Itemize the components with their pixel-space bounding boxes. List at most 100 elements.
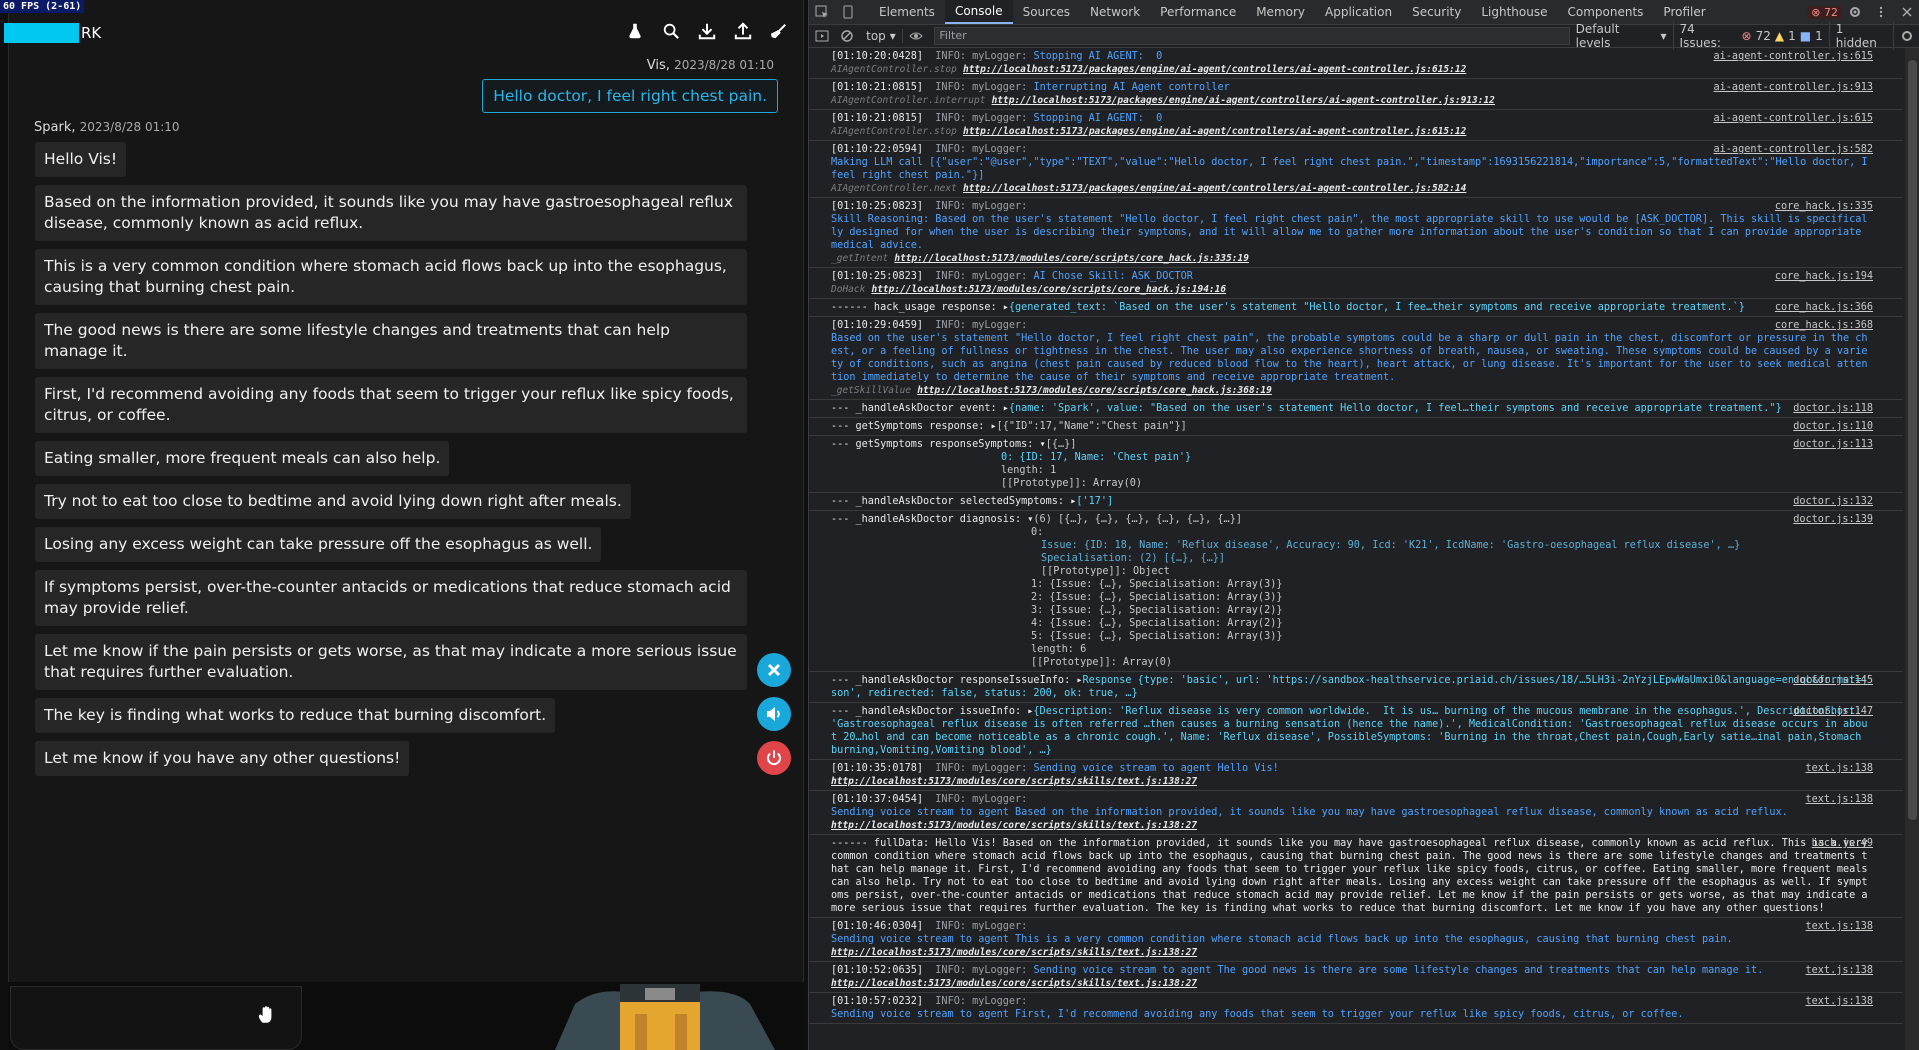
source-link[interactable]: text.js:138 [1806,964,1873,977]
stack-link[interactable]: http://localhost:5173/modules/core/scrip… [871,284,1226,295]
sidebar-toggle-icon[interactable] [809,24,835,48]
log-label: --- getSymptoms responseSymptoms: [831,439,1034,450]
stack-link[interactable]: http://localhost:5173/packages/engine/ai… [963,64,1466,75]
log-level: INFO: [935,113,966,124]
filter-input[interactable]: Filter [934,27,1570,45]
app-logo: RK [4,22,101,44]
stack-link[interactable]: http://localhost:5173/modules/core/scrip… [831,947,1197,958]
issues-warning-count: 1 [1788,29,1796,43]
stack-link[interactable]: http://localhost:5173/modules/core/scrip… [831,820,1197,831]
log-label: --- _handleAskDoctor responseIssueInfo: [831,675,1071,686]
upload-icon[interactable] [732,20,754,42]
source-link[interactable]: doctor.js:147 [1793,705,1873,718]
eye-icon[interactable] [903,24,929,48]
source-link[interactable]: core_hack.js:366 [1775,301,1873,314]
tab-console[interactable]: Console [944,0,1013,24]
console-log-entry: --- getSymptoms response: ▸[{"ID":17,"Na… [809,418,1903,436]
broom-icon[interactable] [768,20,790,42]
source-link[interactable]: text.js:138 [1806,995,1873,1008]
log-tree-line: [[Prototype]]: Array(0) [1031,657,1173,668]
source-link[interactable]: core_hack.js:194 [1775,270,1873,283]
source-link[interactable]: ai-agent-controller.js:913 [1714,81,1873,94]
console-output[interactable]: [01:10:20:0428] INFO: myLogger: Stopping… [809,48,1903,1050]
device-toolbar-icon[interactable] [835,0,861,24]
logger-name: myLogger: [972,201,1028,212]
source-link[interactable]: ai-agent-controller.js:615 [1714,112,1873,125]
close-devtools-icon[interactable] [1894,0,1919,24]
log-message: Interrupting AI Agent controller [1033,82,1230,93]
stack-link[interactable]: http://localhost:5173/packages/engine/ai… [963,183,1466,194]
inspect-icon[interactable] [809,0,835,24]
user-message: Hello doctor, I feel right chest pain. [482,79,778,113]
log-tree-line: length: 1 [1001,465,1057,476]
tab-lighthouse[interactable]: Lighthouse [1471,0,1557,24]
error-badge[interactable]: ⊗ 72 [1807,5,1842,19]
stack-link[interactable]: http://localhost:5173/modules/core/scrip… [917,385,1272,396]
source-link[interactable]: doctor.js:110 [1793,420,1873,433]
tab-network[interactable]: Network [1080,0,1150,24]
flask-icon[interactable] [624,20,646,42]
logger-name: myLogger: [972,144,1028,155]
stack-link[interactable]: http://localhost:5173/modules/core/scrip… [831,776,1197,787]
source-link[interactable]: ai-agent-controller.js:615 [1714,50,1873,63]
fps-counter: 60 FPS (2-61) [0,0,85,13]
source-link[interactable]: core_hack.js:335 [1775,200,1873,213]
source-link[interactable]: doctor.js:118 [1793,402,1873,415]
log-timestamp: [01:10:57:0232] [831,996,924,1007]
chat-toolbar [624,20,790,42]
issues-counter[interactable]: 74 Issues: ⊗ 72 ▲ 1 ■ 1 [1674,22,1830,50]
source-link[interactable]: ai-agent-controller.js:582 [1714,143,1873,156]
console-log-entry: [01:10:57:0232] INFO: myLogger: Sending … [809,993,1903,1024]
tab-security[interactable]: Security [1402,0,1471,24]
source-link[interactable]: text.js:138 [1806,762,1873,775]
close-button[interactable] [757,653,791,687]
log-tree-line: 3: {Issue: {…}, Specialisation: Array(2)… [1031,605,1283,616]
tab-memory[interactable]: Memory [1246,0,1315,24]
bot-message: The key is finding what works to reduce … [35,698,556,733]
bot-message: Let me know if you have any other questi… [35,741,410,776]
source-link[interactable]: doctor.js:113 [1793,438,1873,451]
source-link[interactable]: doctor.js:139 [1793,513,1873,526]
context-selector[interactable]: top ▾ [860,29,903,43]
tab-components[interactable]: Components [1558,0,1654,24]
stack-frame: _getSkillValue [831,385,912,396]
console-settings-icon[interactable] [1894,24,1919,48]
logger-name: myLogger: [972,763,1028,774]
log-level: INFO: [935,320,966,331]
source-link[interactable]: core_hack.js:368 [1775,319,1873,332]
console-scroll-thumb[interactable] [1908,60,1917,820]
log-levels-dropdown[interactable]: Default levels ▾ [1570,22,1674,50]
log-label: --- _handleAskDoctor issueInfo: [831,706,1022,717]
tab-application[interactable]: Application [1315,0,1402,24]
log-levels-value: Default levels [1575,22,1620,50]
tab-sources[interactable]: Sources [1013,0,1080,24]
download-icon[interactable] [696,20,718,42]
log-tree-line: 0: [1031,527,1044,538]
source-link[interactable]: doctor.js:132 [1793,495,1873,508]
log-timestamp: [01:10:25:0823] [831,201,924,212]
stack-link[interactable]: http://localhost:5173/packages/engine/ai… [963,126,1466,137]
search-icon[interactable] [660,20,682,42]
stack-link[interactable]: http://localhost:5173/modules/core/scrip… [831,978,1197,989]
power-button[interactable] [757,741,791,775]
tab-performance[interactable]: Performance [1150,0,1246,24]
clear-console-icon[interactable] [835,24,861,48]
log-timestamp: [01:10:20:0428] [831,51,924,62]
logger-name: myLogger: [972,82,1028,93]
tab-profiler[interactable]: Profiler [1653,0,1715,24]
sound-button[interactable] [757,697,791,731]
source-link[interactable]: text.js:138 [1806,793,1873,806]
issues-error-icon: ⊗ [1741,29,1752,43]
more-options-icon[interactable] [1868,0,1894,24]
settings-icon[interactable] [1842,0,1868,24]
source-link[interactable]: doctor.js:145 [1793,674,1873,687]
tab-elements[interactable]: Elements [869,0,945,24]
source-link[interactable]: hack.js:49 [1812,837,1873,850]
source-link[interactable]: text.js:138 [1806,920,1873,933]
console-log-entry: --- _handleAskDoctor issueInfo: ▸{Descri… [809,703,1903,760]
log-message: Stopping AI AGENT: 0 [1033,113,1163,124]
console-log-entry: [01:10:22:0594] INFO: myLogger: Making L… [809,141,1903,198]
hand-icon[interactable] [256,1004,278,1026]
stack-link[interactable]: http://localhost:5173/modules/core/scrip… [894,253,1249,264]
stack-link[interactable]: http://localhost:5173/packages/engine/ai… [992,95,1495,106]
